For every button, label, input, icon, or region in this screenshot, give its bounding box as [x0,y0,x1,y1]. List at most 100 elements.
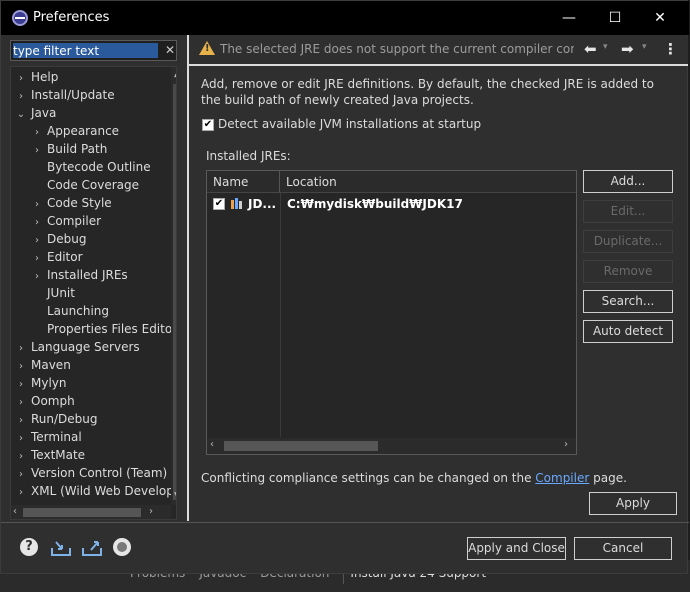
tree-item[interactable]: Launching [31,302,109,320]
filter-input[interactable] [13,43,158,58]
export-icon[interactable] [81,538,102,558]
chevron-right-icon[interactable]: › [31,142,43,160]
table-scroll-left-icon[interactable]: ‹ [210,439,214,450]
forward-arrow-icon[interactable]: ➡ [621,40,634,58]
back-dropdown-icon[interactable]: ▾ [603,42,608,52]
remove-button[interactable]: Remove [583,260,673,283]
chevron-right-icon[interactable]: › [31,268,43,286]
apply-and-close-button[interactable]: Apply and Close [467,537,566,560]
chevron-right-icon[interactable]: › [15,376,27,394]
tree-item-label: Java [31,106,57,120]
back-arrow-icon[interactable]: ⬅ [584,40,597,58]
tree-item-label: XML (Wild Web Developer) [31,484,177,498]
tree-item[interactable]: › TextMate [15,446,85,464]
tree-item[interactable]: › Help [15,68,58,86]
auto-detect-button[interactable]: Auto detect [583,320,673,343]
jre-name: JD... [248,197,277,211]
cancel-button[interactable]: Cancel [574,537,672,560]
chevron-right-icon[interactable]: › [31,214,43,232]
chevron-right-icon[interactable]: › [15,394,27,412]
tree-item[interactable]: JUnit [31,284,75,302]
detect-jvm-checkbox[interactable]: ✔ [202,119,214,131]
tree-item[interactable]: › Installed JREs [31,266,128,284]
duplicate-button[interactable]: Duplicate... [583,230,673,253]
tree-item-label: Build Path [47,142,108,156]
tree-item[interactable]: Code Coverage [31,176,139,194]
scroll-right-arrow-icon[interactable]: › [149,506,153,517]
tree-item[interactable]: › Appearance [31,122,119,140]
jre-row-checkbox[interactable]: ✔ [213,198,225,210]
chevron-right-icon[interactable]: › [31,124,43,142]
tree-item[interactable]: › XML (Wild Web Developer) [15,482,177,502]
table-row[interactable]: ✔ JD... C:₩mydisk₩build₩JDK17 [207,194,576,214]
splitter[interactable] [187,35,189,521]
tree-item-label: Oomph [31,394,75,408]
tree-item[interactable]: ⌄ Java [15,104,57,124]
scroll-down-arrow-icon[interactable]: ▼ [174,491,176,501]
table-horizontal-scroll-thumb[interactable] [224,441,378,451]
tree-item[interactable]: › Build Path [31,140,107,158]
help-glyph: ? [20,538,38,556]
tree-item[interactable]: Properties Files Editor [31,320,176,338]
chevron-right-icon[interactable]: › [31,250,43,268]
close-button[interactable]: ✕ [645,7,675,29]
compiler-link[interactable]: Compiler [535,471,589,485]
column-divider [280,193,281,437]
chevron-right-icon[interactable]: › [15,70,27,88]
chevron-right-icon[interactable]: › [15,88,27,106]
message-header: The selected JRE does not support the cu… [189,36,688,66]
tree-item[interactable]: › Language Servers [15,338,140,356]
tree-item-label: Terminal [31,430,82,444]
chevron-right-icon[interactable]: › [15,448,27,466]
chevron-right-icon[interactable]: › [15,412,27,430]
chevron-right-icon[interactable]: › [15,340,27,358]
edit-button[interactable]: Edit... [583,200,673,223]
installed-jres-label: Installed JREs: [206,149,291,163]
forward-dropdown-icon[interactable]: ▾ [642,42,647,52]
tree-item-label: Debug [47,232,87,246]
view-menu-icon[interactable]: ⋮ [663,40,678,58]
page-description: Add, remove or edit JRE definitions. By … [201,77,654,107]
tree-item-label: Compiler [47,214,102,228]
tree-item[interactable]: › Compiler [31,212,101,230]
maximize-button[interactable]: ☐ [600,7,630,29]
tree-item[interactable]: › Editor [31,248,83,266]
tree-item[interactable]: › Install/Update [15,86,115,104]
tree-horizontal-scroll-thumb[interactable] [23,508,141,517]
tree-item[interactable]: › Terminal [15,428,82,446]
tree-item[interactable]: › Mylyn [15,374,67,392]
tree-item[interactable]: › Version Control (Team) [15,464,167,482]
minimize-button[interactable]: — [554,7,584,29]
oomph-record-icon[interactable] [113,538,133,558]
import-icon[interactable] [50,538,71,558]
chevron-right-icon[interactable]: › [15,430,27,448]
tree-item[interactable]: › Oomph [15,392,75,410]
chevron-right-icon[interactable]: › [15,484,27,502]
table-scroll-right-icon[interactable]: › [564,439,568,450]
tree-item[interactable]: › Maven [15,356,71,374]
clear-filter-icon[interactable]: ✕ [163,42,177,59]
apply-button[interactable]: Apply [589,492,677,515]
tree-item-label: Launching [47,304,110,318]
help-icon[interactable]: ? [20,538,40,558]
chevron-right-icon[interactable]: › [31,196,43,214]
scroll-up-arrow-icon[interactable]: ▲ [174,69,176,79]
scroll-left-arrow-icon[interactable]: ‹ [13,506,17,517]
jre-location: C:₩mydisk₩build₩JDK17 [287,197,463,211]
chevron-right-icon[interactable]: › [15,358,27,376]
search-button[interactable]: Search... [583,290,673,313]
column-header-location[interactable]: Location [280,171,576,193]
tree-item[interactable]: › Debug [31,230,86,248]
tree-item-label: Help [31,70,59,84]
add-button[interactable]: Add... [583,170,673,193]
tree-item[interactable]: › Run/Debug [15,410,98,428]
column-header-name[interactable]: Name [207,171,280,193]
tree-item-label: Code Coverage [47,178,140,192]
chevron-right-icon[interactable]: › [15,466,27,484]
chevron-down-icon[interactable]: ⌄ [15,106,27,124]
tree-item[interactable]: › Code Style [31,194,112,212]
jre-table: Name Location ✔ JD... C:₩mydisk₩build₩JD… [206,170,577,455]
chevron-right-icon[interactable]: › [31,232,43,250]
tree-vertical-scroll-thumb[interactable] [173,84,176,500]
tree-item[interactable]: Bytecode Outline [31,158,151,176]
